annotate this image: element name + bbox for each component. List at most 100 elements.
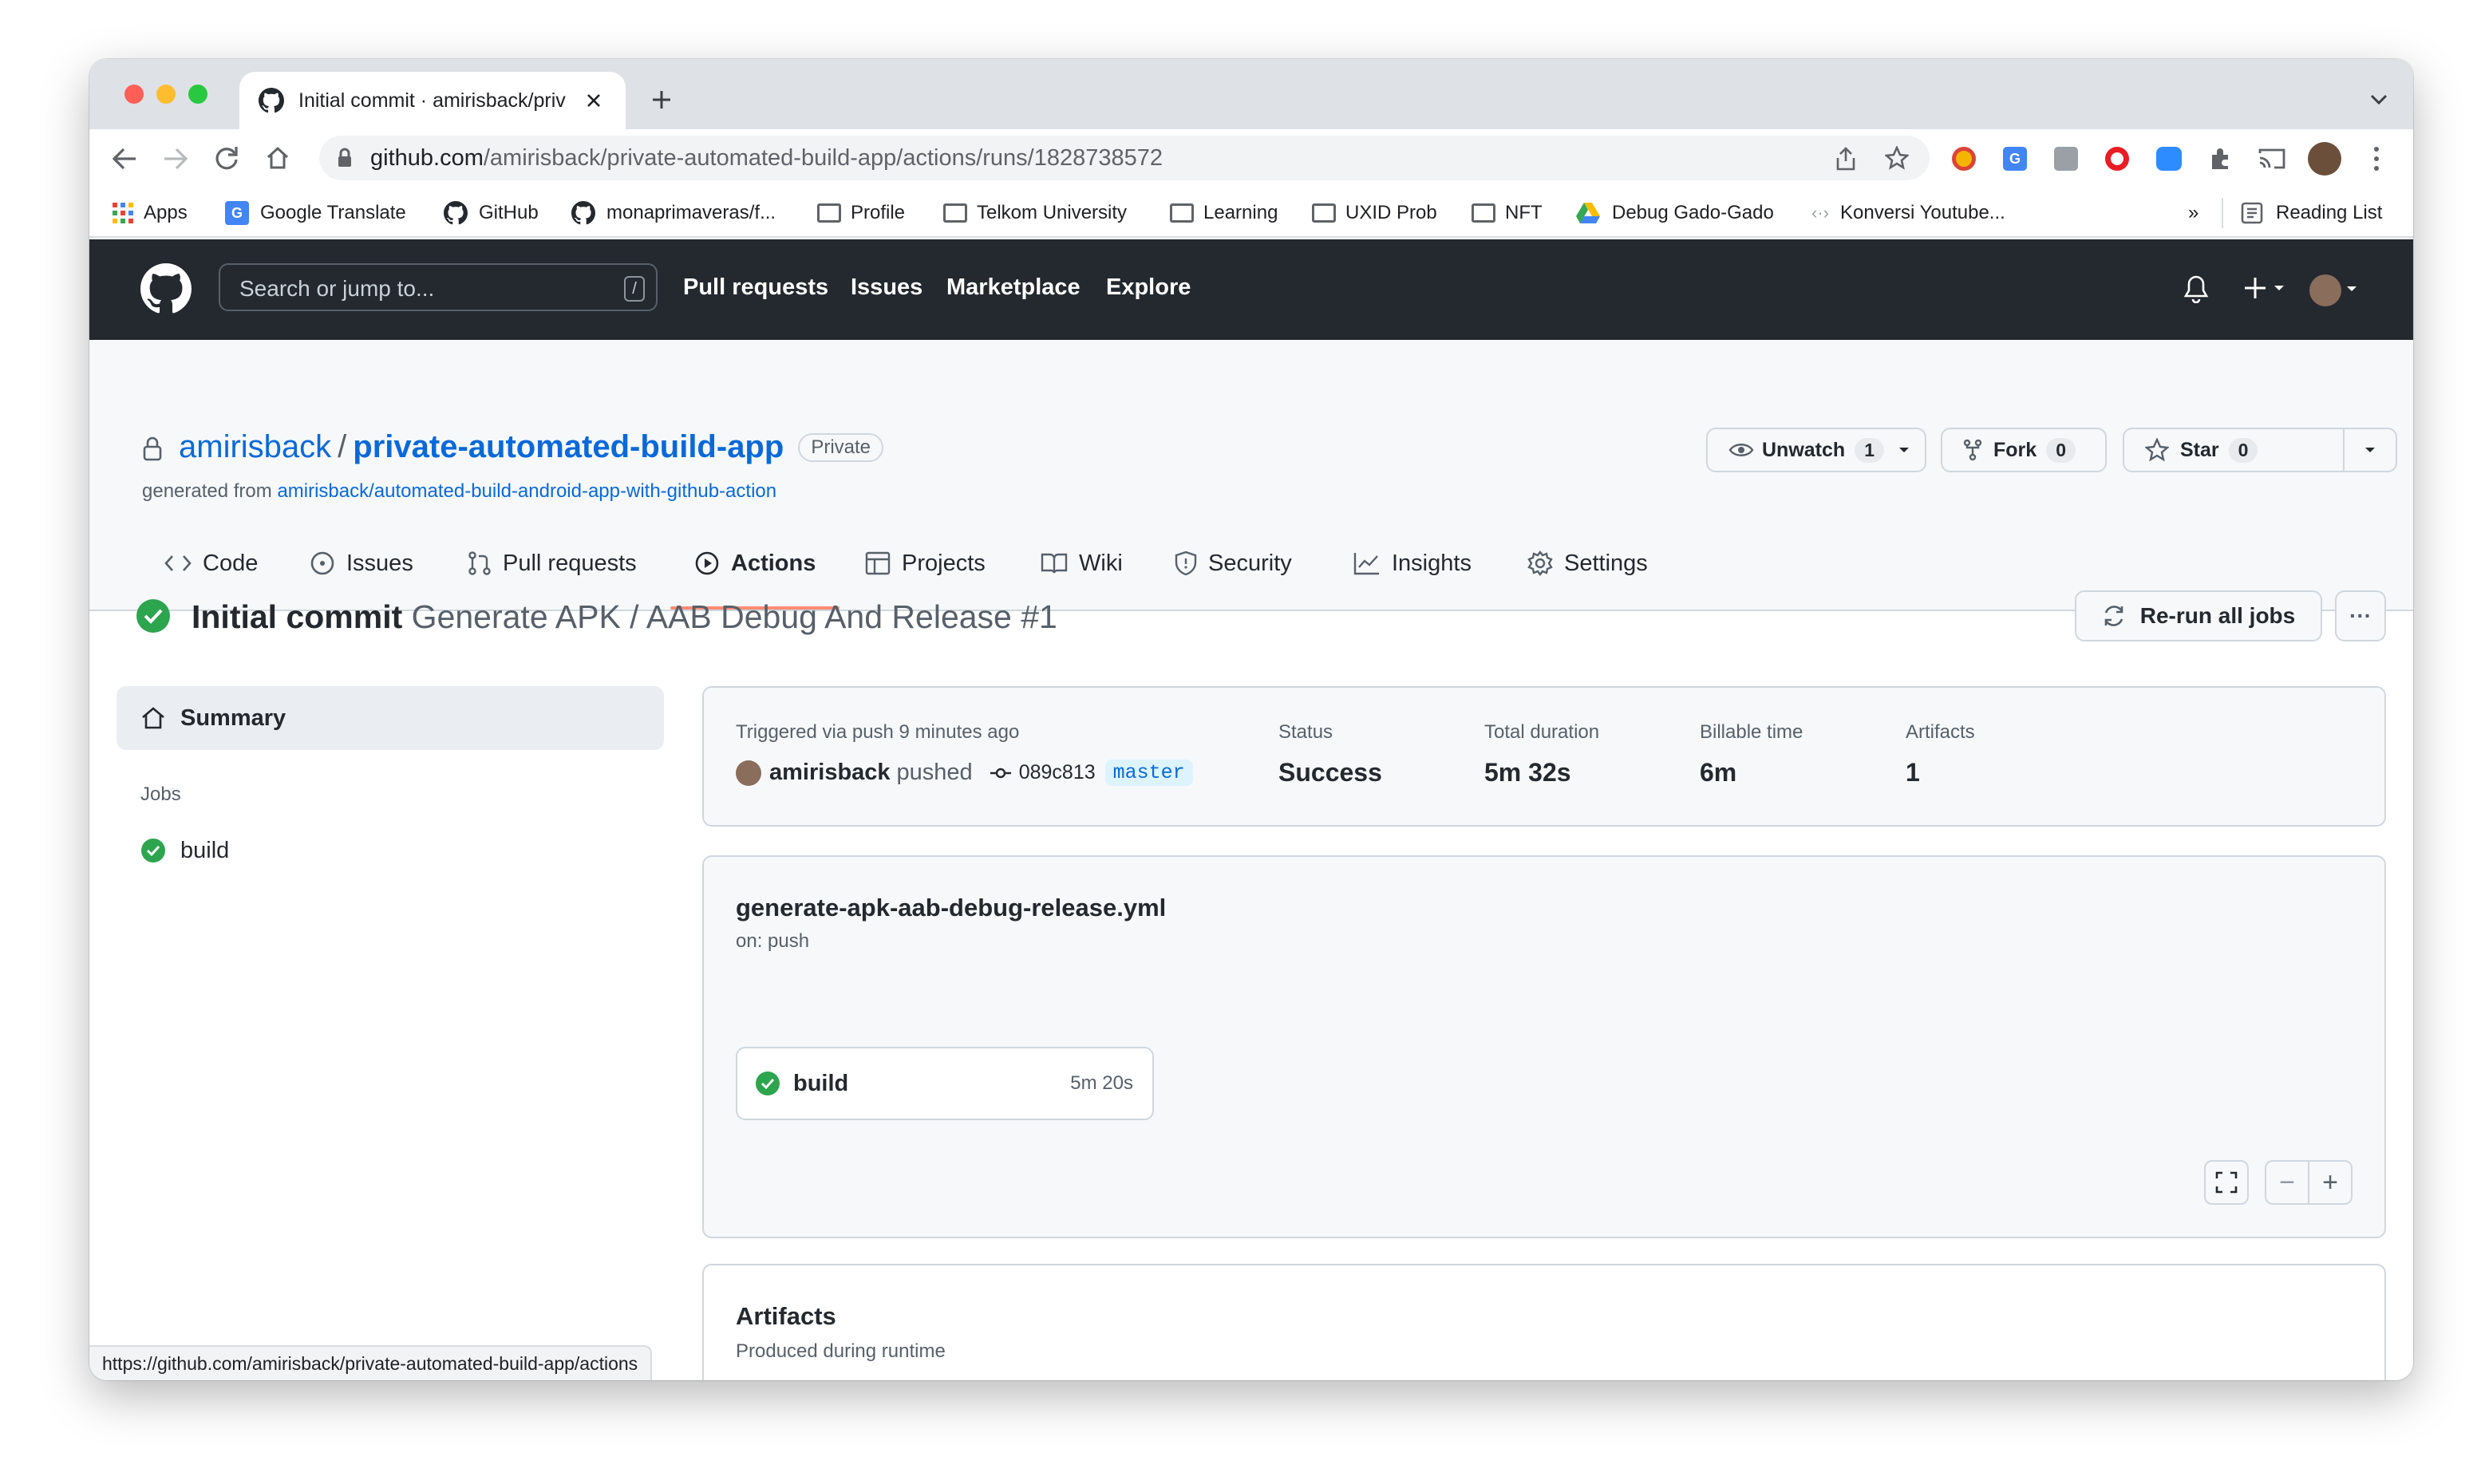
star-button[interactable]: Star 0 (2123, 428, 2345, 472)
minimize-window-button[interactable] (156, 85, 176, 104)
extension-3-icon[interactable] (2054, 147, 2078, 171)
share-icon[interactable] (1835, 147, 1856, 171)
reading-list-icon (2241, 202, 2263, 224)
branch-badge[interactable]: master (1104, 760, 1193, 786)
visibility-badge: Private (798, 432, 884, 462)
search-input[interactable]: Search or jump to... / (219, 263, 658, 311)
tab-search-chevron-icon[interactable] (2370, 94, 2388, 105)
code-icon: ‹·› (1811, 203, 1829, 223)
commit-sha-link[interactable]: 089c813 (1019, 761, 1096, 784)
home-icon[interactable] (265, 145, 290, 171)
tab-wiki[interactable]: Wiki (1041, 546, 1123, 581)
repo-header: amirisback / private-automated-build-app… (89, 340, 2413, 611)
job-node-build[interactable]: build 5m 20s (736, 1047, 1154, 1120)
bookmark-uxid-prob[interactable]: UXID Prob (1312, 199, 1437, 227)
extension-1-icon[interactable] (1952, 147, 1976, 171)
bookmark-apps[interactable]: Apps (112, 199, 188, 227)
sidebar-item-build[interactable]: build (117, 825, 664, 876)
github-logo-icon[interactable] (140, 263, 192, 314)
sidebar-item-summary[interactable]: Summary (117, 686, 664, 750)
eye-icon (1728, 444, 1754, 456)
fullscreen-button[interactable] (2204, 1160, 2249, 1205)
browser-toolbar: github.com/amirisback/private-automated-… (89, 129, 2413, 188)
nav-issues[interactable]: Issues (851, 274, 922, 301)
bookmark-github[interactable]: GitHub (444, 199, 539, 227)
profile-avatar[interactable] (2308, 142, 2341, 176)
notifications-bell-icon[interactable] (2183, 274, 2209, 303)
browser-tab[interactable]: Initial commit · amirisback/priv (239, 72, 626, 129)
forward-icon[interactable] (163, 147, 188, 171)
tab-code[interactable]: Code (164, 546, 258, 581)
star-list-dropdown-button[interactable] (2343, 428, 2397, 472)
artifacts-label: Artifacts (1906, 721, 1975, 743)
success-check-icon (141, 839, 165, 862)
gear-icon (1527, 551, 1553, 576)
reload-icon[interactable] (214, 145, 239, 171)
opera-extension-icon[interactable] (2105, 147, 2129, 171)
bookmark-telkom-university[interactable]: Telkom University (943, 199, 1127, 227)
bookmark-star-icon[interactable] (1885, 146, 1909, 170)
back-icon[interactable] (112, 147, 137, 171)
chrome-menu-icon[interactable] (2373, 145, 2380, 172)
translate-extension-icon[interactable]: G (2003, 147, 2027, 171)
repo-name-link[interactable]: private-automated-build-app (353, 429, 784, 465)
reading-list-button[interactable]: Reading List (2241, 199, 2382, 227)
tab-security[interactable]: Security (1175, 546, 1292, 581)
generated-from: generated from amirisback/automated-buil… (142, 480, 777, 502)
zoom-extension-icon[interactable] (2156, 147, 2182, 171)
success-check-icon (756, 1072, 780, 1095)
user-avatar[interactable] (2309, 274, 2341, 306)
fork-button[interactable]: Fork 0 (1941, 428, 2107, 472)
fullscreen-icon (2215, 1171, 2238, 1194)
google-drive-icon (1576, 203, 1600, 223)
address-bar[interactable]: github.com/amirisback/private-automated-… (319, 136, 1930, 180)
unwatch-button[interactable]: Unwatch 1 (1706, 428, 1926, 472)
create-new-plus-icon[interactable] (2244, 276, 2289, 300)
zoom-out-button[interactable]: − (2265, 1160, 2309, 1205)
duration-value: 5m 32s (1484, 758, 1571, 787)
tab-pull-requests[interactable]: Pull requests (468, 546, 637, 581)
maximize-window-button[interactable] (188, 85, 207, 104)
bookmark-google-translate[interactable]: G Google Translate (225, 199, 406, 227)
nav-marketplace[interactable]: Marketplace (946, 274, 1080, 301)
actor-link[interactable]: amirisback (769, 760, 891, 786)
github-header: Search or jump to... / Pull requests Iss… (89, 239, 2413, 340)
avatar-dropdown-caret-icon[interactable] (2346, 286, 2357, 292)
artifacts-count-link[interactable]: 1 (1906, 758, 1920, 787)
more-options-button[interactable]: ··· (2335, 590, 2386, 641)
status-bar-url: https://github.com/amirisback/private-au… (89, 1345, 653, 1380)
rerun-all-jobs-button[interactable]: Re-run all jobs (2075, 590, 2322, 641)
caret-down-icon (2365, 448, 2375, 452)
tab-issues[interactable]: Issues (310, 546, 413, 581)
pull-request-icon (468, 551, 491, 575)
bookmark-label: monaprimaveras/f... (606, 202, 776, 223)
repo-separator: / (338, 429, 347, 464)
tab-actions[interactable]: Actions (694, 546, 816, 581)
tab-settings[interactable]: Settings (1527, 546, 1648, 581)
template-repo-link[interactable]: amirisback/automated-build-android-app-w… (277, 480, 776, 502)
bookmark-nft[interactable]: NFT (1472, 199, 1543, 227)
bookmark-label: Debug Gado-Gado (1612, 202, 1774, 223)
extensions-puzzle-icon[interactable] (2209, 147, 2233, 171)
new-tab-icon[interactable] (651, 89, 672, 110)
bookmark-debug-gado-gado[interactable]: Debug Gado-Gado (1575, 199, 1774, 227)
zoom-in-button[interactable]: + (2308, 1160, 2353, 1205)
bookmark-profile[interactable]: Profile (817, 199, 905, 227)
private-lock-icon (143, 436, 162, 461)
workflow-trigger: on: push (736, 930, 810, 952)
nav-explore[interactable]: Explore (1106, 274, 1191, 301)
nav-pull-requests[interactable]: Pull requests (683, 274, 828, 301)
bookmark-learning[interactable]: Learning (1170, 199, 1278, 227)
close-window-button[interactable] (124, 85, 144, 104)
artifacts-card: Artifacts Produced during runtime (702, 1264, 2386, 1380)
close-tab-icon[interactable] (586, 93, 602, 109)
repo-owner-link[interactable]: amirisback (179, 429, 331, 465)
jobs-heading: Jobs (140, 783, 181, 805)
bookmarks-overflow-button[interactable]: » (2188, 199, 2198, 227)
bookmark-monaprimaveras[interactable]: monaprimaveras/f... (571, 199, 776, 227)
tab-projects[interactable]: Projects (865, 546, 986, 581)
run-commit-title: Initial commit (192, 598, 403, 635)
cast-icon[interactable] (2258, 147, 2285, 171)
bookmark-konversi-youtube[interactable]: ‹·› Konversi Youtube... (1811, 199, 2005, 227)
tab-insights[interactable]: Insights (1353, 546, 1472, 581)
